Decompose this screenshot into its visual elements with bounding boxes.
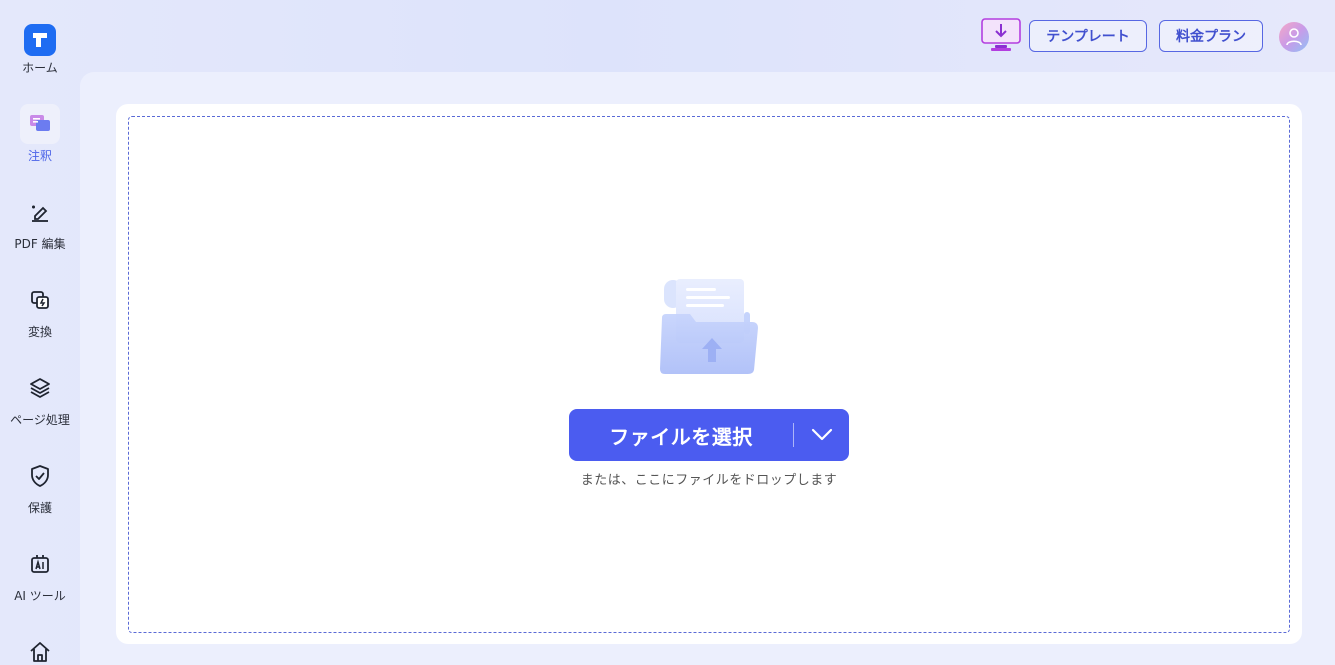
sidebar-item-page-processing[interactable]: ページ処理	[0, 368, 80, 428]
sidebar-item-pdf-edit[interactable]: PDF 編集	[0, 192, 80, 252]
sidebar-item-ai-tools[interactable]: AI ツール	[0, 544, 80, 604]
user-avatar-icon[interactable]	[1279, 22, 1309, 52]
sidebar-item-house[interactable]	[0, 632, 80, 665]
chevron-down-icon[interactable]	[794, 428, 849, 442]
sidebar-item-protect[interactable]: 保護	[0, 456, 80, 516]
shield-check-icon	[20, 456, 60, 496]
sidebar-item-label: 注釈	[27, 149, 52, 163]
sidebar-item-label: PDF 編集	[14, 237, 66, 251]
select-file-label: ファイルを選択	[609, 424, 753, 449]
sidebar-item-label: ホーム	[22, 61, 58, 75]
folder-upload-icon	[656, 276, 764, 378]
sidebar: ホーム 注釈 PDF 編集 変換 ページ処理 保護 AI ツール	[0, 0, 80, 665]
annotation-icon	[20, 104, 60, 144]
sidebar-item-label: 保護	[27, 501, 52, 515]
download-button[interactable]	[981, 18, 1021, 52]
sidebar-item-label: ページ処理	[10, 413, 70, 427]
sidebar-item-home[interactable]: ホーム	[0, 24, 80, 76]
home-logo-icon	[24, 24, 56, 56]
download-monitor-icon	[981, 18, 1021, 51]
sidebar-item-label: AI ツール	[14, 589, 66, 603]
template-button[interactable]: テンプレート	[1029, 20, 1147, 52]
ai-tool-icon	[20, 544, 60, 584]
sidebar-item-annotation[interactable]: 注釈	[0, 104, 80, 164]
sidebar-item-label: 変換	[27, 325, 52, 339]
house-icon	[20, 632, 60, 665]
convert-icon	[20, 280, 60, 320]
edit-pen-icon	[20, 192, 60, 232]
sidebar-item-convert[interactable]: 変換	[0, 280, 80, 340]
layers-icon	[20, 368, 60, 408]
pricing-plan-button[interactable]: 料金プラン	[1159, 20, 1263, 52]
select-file-button[interactable]: ファイルを選択	[569, 409, 849, 461]
drop-hint-text: または、ここにファイルをドロップします	[580, 473, 838, 488]
